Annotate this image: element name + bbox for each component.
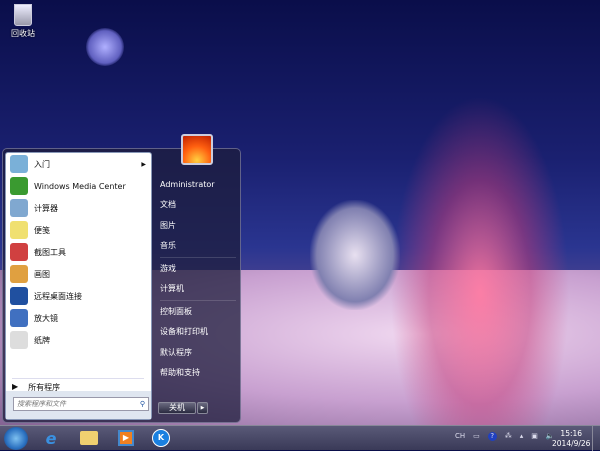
start-menu-link[interactable]: 文档: [160, 199, 176, 210]
start-menu-link[interactable]: 图片: [160, 220, 176, 231]
help-icon[interactable]: ?: [487, 432, 497, 441]
solitaire-icon: [10, 331, 28, 349]
program-label: 远程桌面连接: [34, 291, 82, 301]
program-label: 计算器: [34, 203, 58, 213]
divider: [160, 299, 236, 301]
program-item[interactable]: 便笺: [10, 220, 150, 240]
program-label: 放大镜: [34, 313, 58, 323]
program-label: 入门: [34, 159, 50, 169]
start-menu-link[interactable]: 控制面板: [160, 306, 192, 317]
divider: [160, 256, 236, 258]
shutdown-options-button[interactable]: ▶: [197, 402, 208, 414]
network-icon[interactable]: ▣: [531, 432, 538, 441]
program-item[interactable]: 截图工具: [10, 242, 150, 262]
recycle-bin-label: 回收站: [11, 29, 35, 38]
media-center-icon: [10, 177, 28, 195]
getting-started-icon: [10, 155, 28, 173]
start-menu-link[interactable]: 计算机: [160, 283, 184, 294]
paint-icon: [10, 265, 28, 283]
show-desktop-button[interactable]: [592, 426, 600, 451]
sticky-notes-icon: [10, 221, 28, 239]
program-item[interactable]: 画图: [10, 264, 150, 284]
start-menu-link[interactable]: 设备和打印机: [160, 326, 208, 337]
magnifier-icon: [10, 309, 28, 327]
start-menu-programs-panel: 入门 ▶ Windows Media Center 计算器便笺截图工具画图远程桌面连接…: [5, 152, 152, 420]
kugou-icon[interactable]: K: [150, 428, 172, 448]
shutdown-button[interactable]: 关机: [158, 402, 196, 414]
program-item[interactable]: 入门 ▶: [10, 154, 150, 174]
user-name-link[interactable]: Administrator: [160, 180, 215, 189]
submenu-arrow-icon[interactable]: ▶: [141, 161, 146, 168]
clock[interactable]: 15:16 2014/9/26: [552, 429, 590, 449]
snowy-tree: [310, 200, 400, 310]
program-label: 截图工具: [34, 247, 66, 257]
snipping-tool-icon: [10, 243, 28, 261]
ime-indicator[interactable]: CH: [455, 432, 465, 441]
program-label: 画图: [34, 269, 50, 279]
moon: [86, 28, 124, 66]
christmas-tree: [390, 95, 570, 425]
start-menu-link[interactable]: 音乐: [160, 240, 176, 251]
media-player-icon[interactable]: ▶: [115, 428, 137, 448]
recycle-bin-icon: [14, 4, 32, 26]
program-item[interactable]: 纸牌: [10, 330, 150, 350]
program-item[interactable]: 计算器: [10, 198, 150, 218]
language-bar-icon[interactable]: ⁂: [505, 432, 512, 441]
start-menu-link[interactable]: 默认程序: [160, 347, 192, 358]
program-label: Windows Media Center: [34, 181, 126, 191]
keyboard-icon[interactable]: ▭: [473, 432, 480, 441]
calculator-icon: [10, 199, 28, 217]
time: 15:16: [560, 429, 583, 438]
remote-desktop-icon: [10, 287, 28, 305]
show-hidden-icons[interactable]: ▴: [520, 432, 524, 441]
user-avatar[interactable]: [181, 134, 213, 165]
divider: [12, 378, 144, 379]
search-icon[interactable]: ⚲: [140, 398, 145, 410]
search-placeholder: 搜索程序和文件: [17, 400, 66, 408]
program-label: 便笺: [34, 225, 50, 235]
search-input[interactable]: 搜索程序和文件 ⚲: [13, 397, 149, 411]
start-button[interactable]: [4, 427, 28, 450]
desktop-icon-recycle-bin[interactable]: 回收站: [8, 4, 38, 39]
internet-explorer-icon[interactable]: e: [40, 428, 62, 448]
program-item[interactable]: Windows Media Center: [10, 176, 150, 196]
start-menu-link[interactable]: 帮助和支持: [160, 367, 200, 378]
date: 2014/9/26: [552, 439, 591, 448]
windows-explorer-icon[interactable]: [78, 428, 100, 448]
start-menu-link[interactable]: 游戏: [160, 263, 176, 274]
taskbar: e ▶ K CH ▭ ? ⁂ ▴ ▣ 🔈 15:16 2014/9/26: [0, 425, 600, 451]
search-area: 搜索程序和文件 ⚲: [6, 391, 151, 419]
program-item[interactable]: 远程桌面连接: [10, 286, 150, 306]
program-item[interactable]: 放大镜: [10, 308, 150, 328]
system-tray: CH ▭ ? ⁂ ▴ ▣ 🔈: [455, 432, 555, 441]
program-label: 纸牌: [34, 335, 50, 345]
